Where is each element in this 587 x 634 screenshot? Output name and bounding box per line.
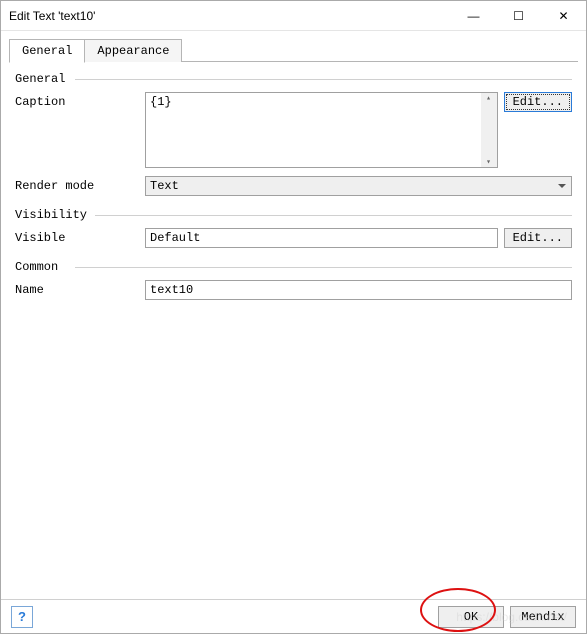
- name-input[interactable]: [145, 280, 572, 300]
- label-render-mode: Render mode: [15, 176, 145, 193]
- group-header-visibility: Visibility: [15, 206, 572, 224]
- group-visibility: Visibility Visible Edit...: [15, 206, 572, 252]
- scroll-up-icon[interactable]: ▴: [486, 93, 491, 103]
- bottombar: ? OK Mendix: [1, 599, 586, 633]
- label-caption: Caption: [15, 92, 145, 109]
- edit-visible-button[interactable]: Edit...: [504, 228, 572, 248]
- caption-textarea[interactable]: {1} ▴ ▾: [145, 92, 498, 168]
- caption-value: {1}: [150, 95, 172, 109]
- help-icon: ?: [18, 609, 26, 624]
- close-button[interactable]: ✕: [541, 1, 586, 30]
- titlebar: Edit Text 'text10' — ☐ ✕: [1, 1, 586, 31]
- label-name: Name: [15, 280, 145, 297]
- label-visible: Visible: [15, 228, 145, 245]
- window-controls: — ☐ ✕: [451, 1, 586, 30]
- group-header-common: Common: [15, 258, 572, 276]
- cancel-button[interactable]: Mendix: [510, 606, 576, 628]
- render-mode-value: Text: [150, 179, 179, 193]
- scroll-down-icon[interactable]: ▾: [486, 157, 491, 167]
- group-general: General Caption {1} ▴ ▾ Edit... Render m…: [15, 70, 572, 200]
- render-mode-select[interactable]: Text: [145, 176, 572, 196]
- row-name: Name: [15, 276, 572, 304]
- tab-appearance[interactable]: Appearance: [84, 39, 182, 62]
- group-header-general: General: [15, 70, 572, 88]
- group-common: Common Name: [15, 258, 572, 304]
- help-button[interactable]: ?: [11, 606, 33, 628]
- visible-field[interactable]: [145, 228, 498, 248]
- tab-general[interactable]: General: [9, 39, 85, 63]
- row-caption: Caption {1} ▴ ▾ Edit...: [15, 88, 572, 172]
- tab-content: General Caption {1} ▴ ▾ Edit... Render m…: [1, 62, 586, 599]
- minimize-button[interactable]: —: [451, 1, 496, 30]
- tabstrip: General Appearance: [1, 31, 586, 62]
- maximize-button[interactable]: ☐: [496, 1, 541, 30]
- ok-button[interactable]: OK: [438, 606, 504, 628]
- window-title: Edit Text 'text10': [9, 9, 451, 23]
- row-visible: Visible Edit...: [15, 224, 572, 252]
- row-render-mode: Render mode Text: [15, 172, 572, 200]
- caption-scrollbar[interactable]: ▴ ▾: [481, 93, 497, 167]
- edit-caption-button[interactable]: Edit...: [504, 92, 572, 112]
